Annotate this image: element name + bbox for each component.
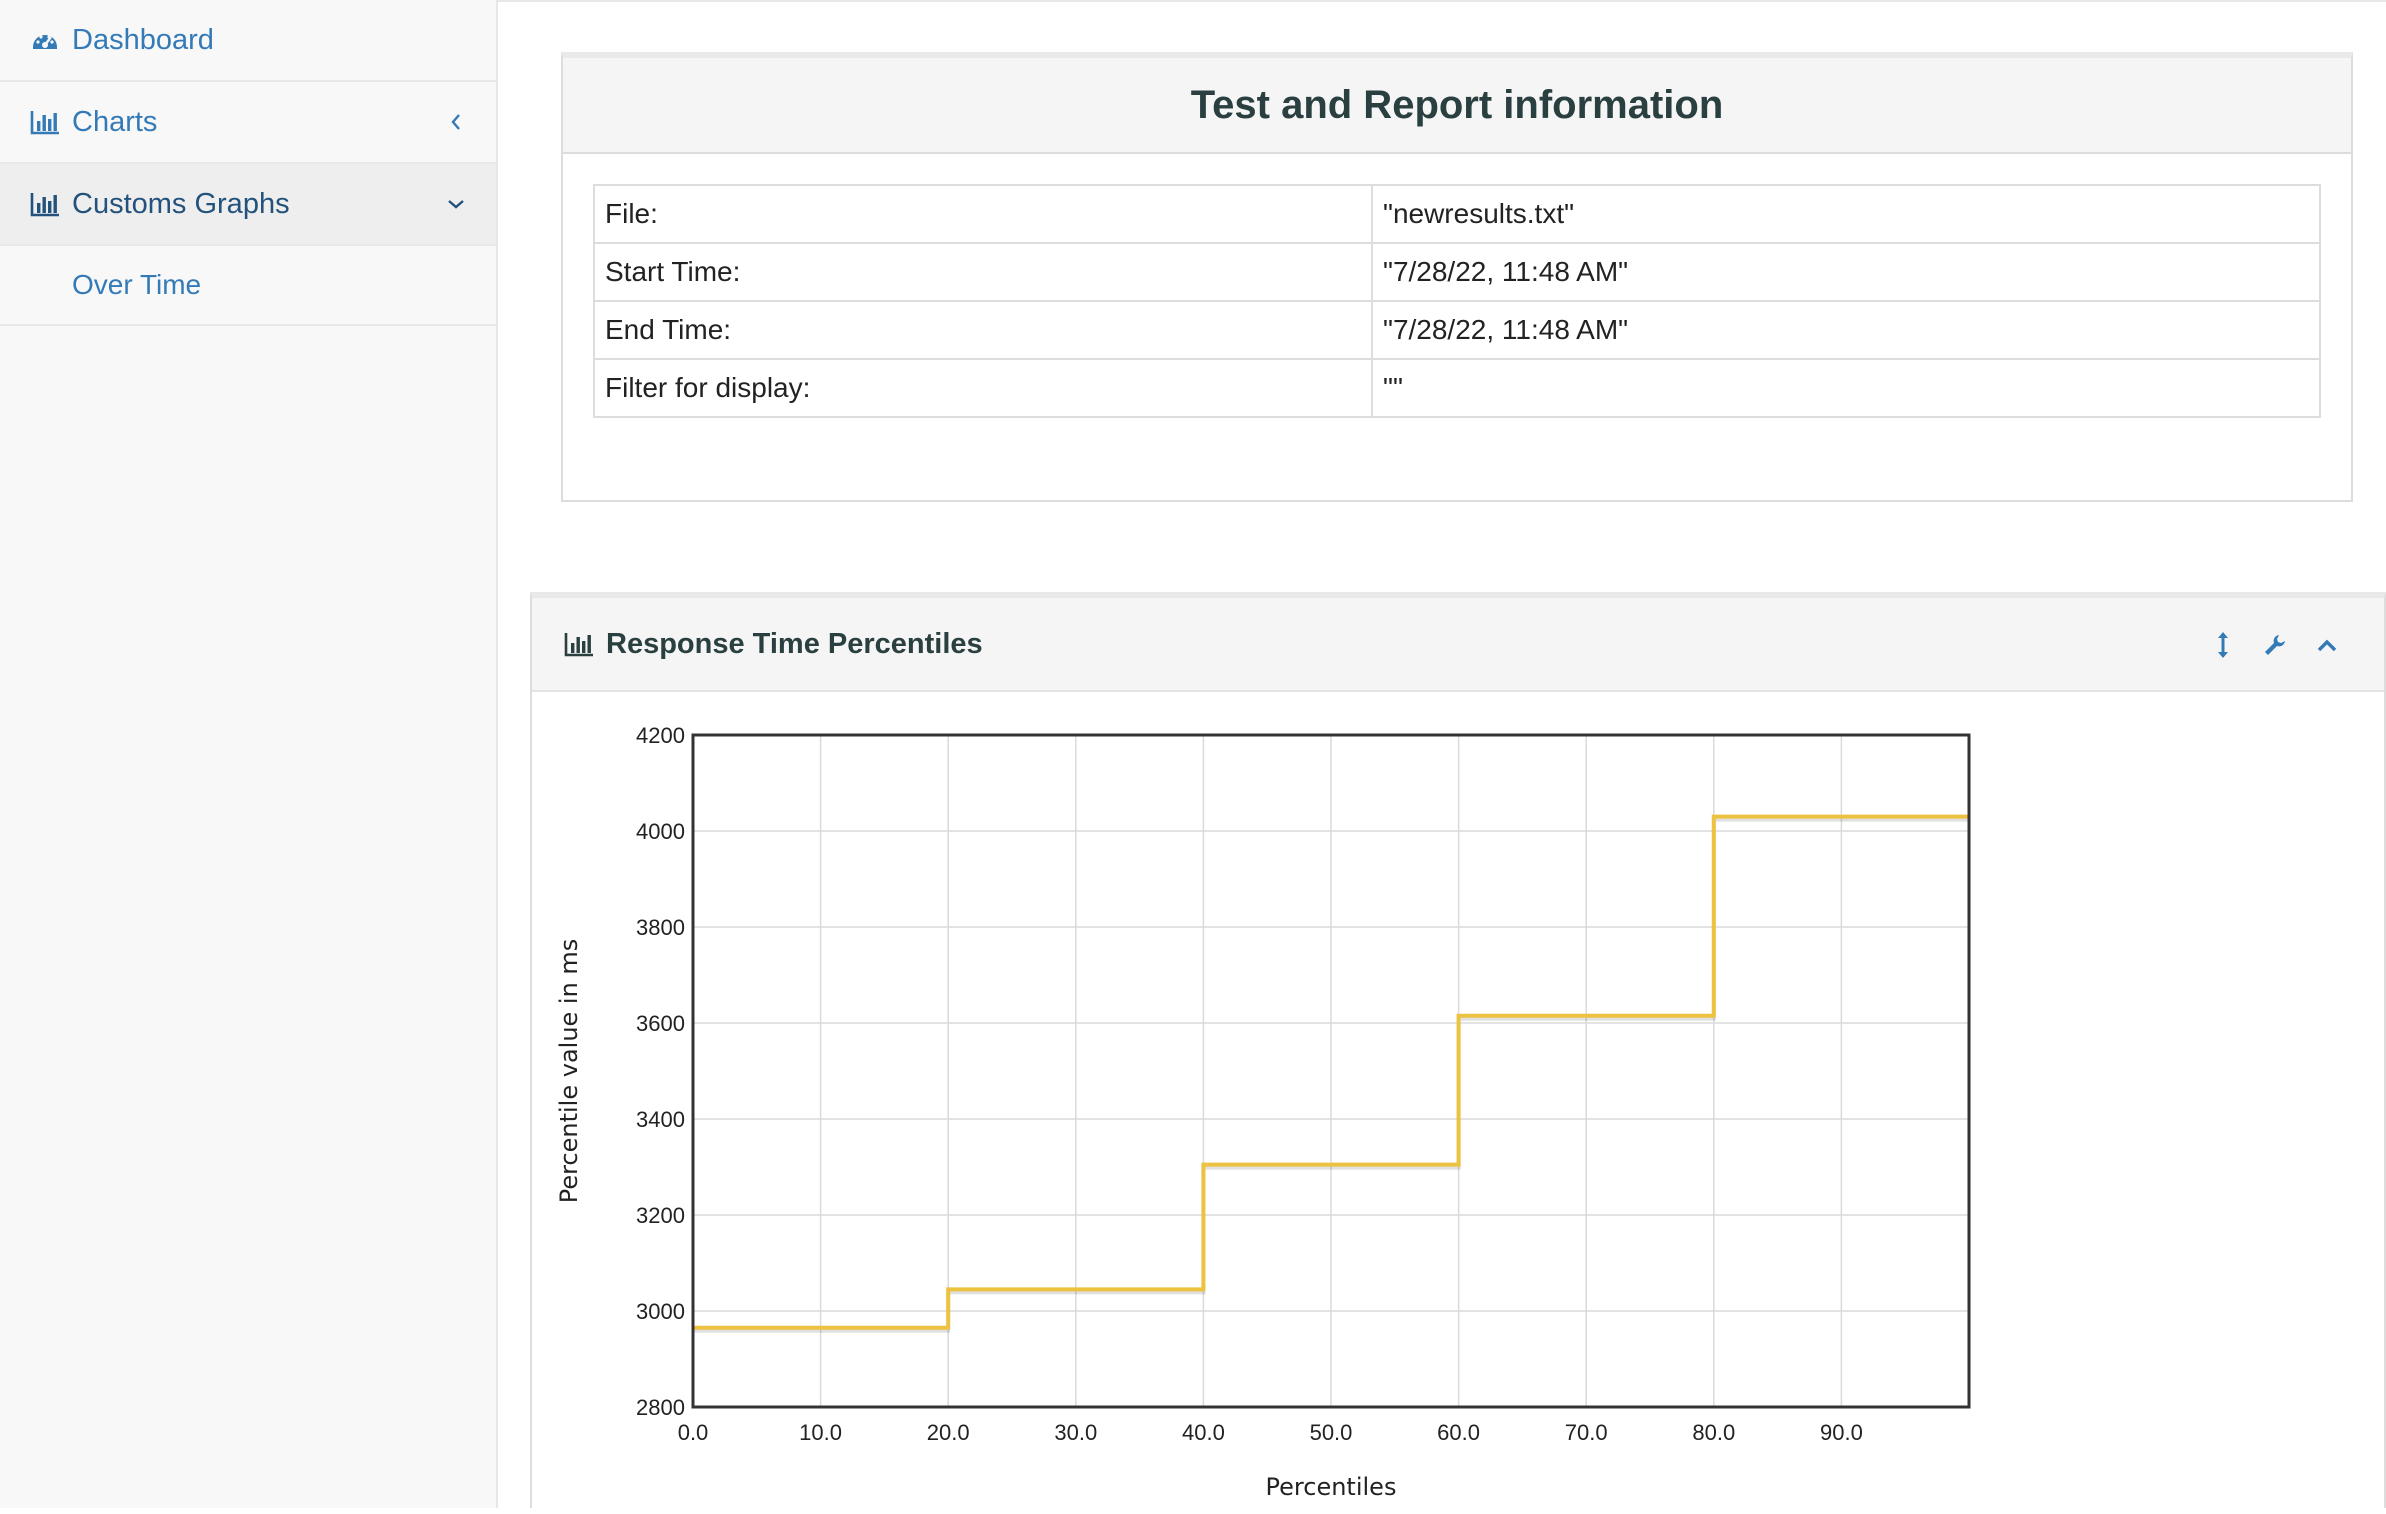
x-tick-label: 20.0 (927, 1420, 970, 1445)
chart-panel-title: Response Time Percentiles (606, 627, 983, 660)
sidebar-item-dashboard[interactable]: Dashboard (0, 0, 496, 82)
percentile-chart: 0.0 10.0 20.0 30.0 40.0 50.0 60.0 70.0 80.0 90.0 2… (555, 723, 1971, 1501)
info-value: "7/28/22, 11:48 AM" (1371, 300, 2321, 360)
y-tick-label: 4200 (636, 723, 685, 748)
sidebar-item-label: Dashboard (72, 23, 214, 56)
info-table: File: "newresults.txt" Start Time: "7/28… (593, 184, 2321, 418)
table-row: Filter for display: "" (593, 358, 2321, 418)
x-axis-title: Percentiles (1266, 1473, 1397, 1501)
table-row: File: "newresults.txt" (593, 184, 2321, 244)
sidebar-subitem-over-time[interactable]: Over Time (0, 246, 496, 326)
chevron-left-icon[interactable] (446, 112, 466, 132)
sidebar-item-label: Charts (72, 105, 158, 138)
y-axis-title: Percentile value in ms (555, 939, 583, 1204)
y-tick-label: 3400 (636, 1107, 685, 1132)
sidebar-item-customs-graphs[interactable]: Customs Graphs (0, 164, 496, 246)
x-tick-label: 50.0 (1310, 1420, 1353, 1445)
panel-title: Test and Report information (563, 58, 2351, 154)
x-tick-label: 80.0 (1692, 1420, 1735, 1445)
y-tick-label: 3000 (636, 1299, 685, 1324)
y-tick-label: 4000 (636, 819, 685, 844)
bar-chart-icon (564, 629, 596, 659)
x-tick-label: 10.0 (799, 1420, 842, 1445)
table-row: End Time: "7/28/22, 11:48 AM" (593, 300, 2321, 360)
sidebar-item-label: Customs Graphs (72, 187, 290, 220)
chevron-up-icon[interactable] (2310, 628, 2344, 662)
info-key: Filter for display: (593, 358, 1373, 418)
info-value: "" (1371, 358, 2321, 418)
y-tick-label: 3600 (636, 1011, 685, 1036)
x-tick-label: 90.0 (1820, 1420, 1863, 1445)
y-tick-label: 3200 (636, 1203, 685, 1228)
info-value: "7/28/22, 11:48 AM" (1371, 242, 2321, 302)
x-tick-label: 60.0 (1437, 1420, 1480, 1445)
wrench-icon[interactable] (2258, 628, 2292, 662)
chart-grid (692, 734, 1969, 1408)
info-value: "newresults.txt" (1371, 184, 2321, 244)
chevron-down-icon[interactable] (446, 194, 466, 214)
sidebar: Dashboard Charts Customs Graphs Over Tim… (0, 0, 498, 1508)
y-tick-label: 2800 (636, 1395, 685, 1420)
sidebar-subitem-label: Over Time (72, 269, 202, 300)
x-tick-label: 70.0 (1565, 1420, 1608, 1445)
resize-icon[interactable] (2206, 628, 2240, 662)
info-key: Start Time: (593, 242, 1373, 302)
x-tick-label: 0.0 (678, 1420, 709, 1445)
test-report-info-panel: Test and Report information File: "newre… (561, 52, 2353, 502)
sidebar-item-charts[interactable]: Charts (0, 82, 496, 164)
bar-chart-icon (30, 189, 60, 219)
x-tick-label: 30.0 (1054, 1420, 1097, 1445)
x-tick-label: 40.0 (1182, 1420, 1225, 1445)
chart-panel-heading: Response Time Percentiles (532, 598, 2384, 692)
bar-chart-icon (30, 107, 60, 137)
response-time-percentiles-panel: Response Time Percentiles 0.0 10.0 20.0 30.… (530, 592, 2386, 1508)
top-divider (498, 0, 2386, 2)
y-tick-label: 3800 (636, 915, 685, 940)
info-key: End Time: (593, 300, 1373, 360)
dashboard-icon (30, 25, 60, 55)
info-key: File: (593, 184, 1373, 244)
panel-tools (2206, 598, 2344, 692)
table-row: Start Time: "7/28/22, 11:48 AM" (593, 242, 2321, 302)
